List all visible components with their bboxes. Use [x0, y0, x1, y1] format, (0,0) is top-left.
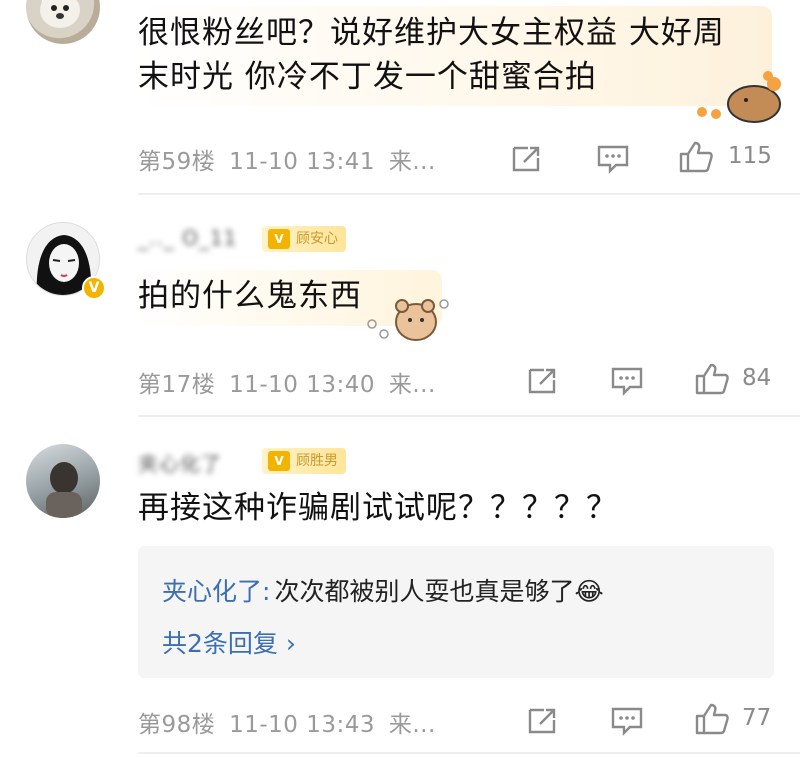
comment-text: 拍的什么鬼东西 [138, 278, 362, 314]
comment-floor-59: 很恨粉丝吧？说好维护大女主权益 大好周 末时光 你冷不丁发一个甜蜜合拍 第59楼… [0, 0, 800, 196]
photo-avatar-image [46, 462, 82, 518]
comment-icon[interactable] [610, 706, 644, 736]
fan-tag[interactable]: V 顾安心 [262, 226, 346, 252]
comment-meta: 第17楼 11-10 13:40 来... [138, 365, 436, 399]
repost-icon[interactable] [510, 144, 542, 174]
like-count: 115 [728, 143, 772, 169]
timestamp: 11-10 13:41 [229, 149, 376, 175]
fan-level-icon: V [268, 229, 290, 249]
view-replies-link[interactable]: 共2条回复 › [162, 624, 296, 660]
comment-floor-17: V _.._ O_11 V 顾安心 拍的什么鬼东西 第17楼 11-10 13:4… [0, 196, 800, 418]
thumbs-up-icon[interactable] [678, 140, 714, 174]
dog-avatar-image [40, 0, 80, 28]
repost-icon[interactable] [526, 366, 558, 396]
teddy-bear-sticker-icon [367, 299, 449, 341]
avatar[interactable] [26, 444, 100, 518]
reply-author[interactable]: 夹心化了: [162, 577, 270, 606]
repost-icon[interactable] [526, 706, 558, 736]
comment-icon[interactable] [596, 144, 630, 174]
comment-meta: 第98楼 11-10 13:43 来... [138, 705, 436, 739]
comment-text-line2: 末时光 你冷不丁发一个甜蜜合拍 [138, 59, 597, 95]
reply-line: 夹心化了: 次次都被别人耍也真是够了😂 [162, 572, 604, 608]
verified-badge-icon: V [82, 276, 106, 300]
like-count: 84 [742, 365, 772, 391]
thumbs-up-icon[interactable] [694, 362, 730, 396]
comment-floor-98: 夹心化了 V 顾胜男 再接这种诈骗剧试试呢？？？？？ 夹心化了: 次次都被别人耍也真… [0, 418, 800, 758]
fan-level-icon: V [268, 451, 290, 471]
like-count: 77 [742, 705, 772, 731]
divider [138, 752, 800, 754]
reply-content: 次次都被别人耍也真是够了😂 [274, 577, 604, 606]
comment-text: 再接这种诈骗剧试试呢？？？？？ [138, 490, 618, 526]
username[interactable]: _.._ O_11 [138, 226, 237, 250]
source-label: 来... [388, 149, 436, 175]
floor-number: 第17楼 [138, 372, 216, 398]
timestamp: 11-10 13:40 [229, 372, 376, 398]
divider [138, 415, 800, 417]
comment-meta: 第59楼 11-10 13:41 来... [138, 142, 436, 176]
floor-number: 第59楼 [138, 149, 216, 175]
comment-icon[interactable] [610, 366, 644, 396]
timestamp: 11-10 13:43 [229, 712, 376, 738]
fan-tag[interactable]: V 顾胜男 [262, 448, 346, 474]
reply-preview-box[interactable]: 夹心化了: 次次都被别人耍也真是够了😂 共2条回复 › [138, 546, 774, 678]
username[interactable]: 夹心化了 [138, 448, 222, 477]
capybara-sticker-icon [697, 71, 781, 123]
source-label: 来... [388, 372, 436, 398]
thumbs-up-icon[interactable] [694, 702, 730, 736]
comment-text-line1: 很恨粉丝吧？说好维护大女主权益 大好周 [138, 15, 725, 51]
avatar[interactable] [26, 0, 100, 44]
divider [138, 193, 800, 195]
source-label: 来... [388, 712, 436, 738]
floor-number: 第98楼 [138, 712, 216, 738]
